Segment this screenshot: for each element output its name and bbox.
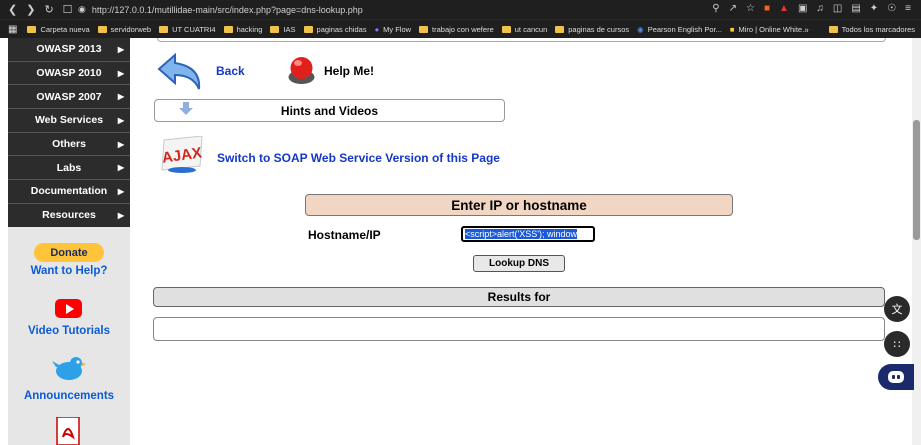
menu-item-owasp-2007[interactable]: OWASP 2007 ▶	[8, 85, 130, 110]
folder-icon	[419, 25, 429, 33]
vpn-icon[interactable]: ☉	[887, 3, 896, 14]
forward-nav-icon[interactable]: ❯	[26, 3, 35, 16]
miro-icon: ■	[729, 24, 735, 34]
bookmark-folder[interactable]: ut cancun	[501, 25, 547, 34]
menu-item-resources[interactable]: Resources ▶	[8, 203, 130, 228]
hints-label: Hints and Videos	[280, 103, 379, 118]
address-bar[interactable]: ◉ http://127.0.0.1/mutillidae-main/src/i…	[78, 4, 363, 15]
star-icon[interactable]: ☆	[746, 3, 755, 14]
folder-icon	[223, 25, 233, 33]
url-text[interactable]: http://127.0.0.1/mutillidae-main/src/ind…	[92, 5, 363, 15]
site-info-icon[interactable]: ◉	[78, 4, 86, 15]
browser-toolbar: ❮ ❯ ↻ ☐ ◉ http://127.0.0.1/mutillidae-ma…	[0, 0, 921, 19]
warning-icon[interactable]: ▲	[779, 3, 789, 14]
folder-icon	[27, 25, 37, 33]
browser-nav: ❮ ❯ ↻ ☐	[0, 3, 78, 16]
help-button-icon[interactable]	[285, 53, 318, 86]
caret-right-icon: ▶	[117, 163, 124, 173]
menu-icon[interactable]: ≡	[905, 3, 911, 14]
brave-shield-icon[interactable]: ■	[764, 3, 770, 14]
menu-item-web-services[interactable]: Web Services ▶	[8, 109, 130, 133]
share-icon[interactable]: ↗	[729, 3, 737, 14]
side-menu: OWASP 2013 ▶ OWASP 2010 ▶ OWASP 2007 ▶ Web …	[8, 38, 130, 228]
menu-item-others[interactable]: Others ▶	[8, 132, 130, 157]
bookmark-folder[interactable]: paginas de cursos	[555, 25, 629, 34]
hostname-label: Hostname/IP	[308, 228, 381, 242]
bookmark-link[interactable]: ● My Flow	[375, 25, 411, 34]
folder-icon	[159, 25, 169, 33]
hostname-input-value: <script>alert('XSS'); window	[465, 229, 577, 239]
scrollbar-thumb[interactable]	[913, 120, 920, 240]
header-divider	[157, 38, 886, 42]
bookmark-folder[interactable]: IAS	[270, 25, 296, 34]
bookmark-icon[interactable]: ☐	[63, 3, 73, 16]
extension-icon[interactable]: ▣	[798, 3, 807, 14]
assistant-bot-icon[interactable]	[878, 364, 914, 390]
apps-grid-icon[interactable]: ∷	[884, 331, 910, 357]
donate-button[interactable]: Donate	[34, 243, 104, 262]
flow-icon: ●	[374, 24, 380, 34]
bookmark-link[interactable]: ■ Miro | Online White...	[730, 25, 808, 34]
pearson-icon: ◉	[637, 24, 644, 34]
want-to-help-link[interactable]: Want to Help?	[8, 265, 130, 277]
pdf-icon[interactable]	[55, 417, 81, 445]
left-panel: Donate Want to Help? Video Tutorials Ann…	[8, 227, 130, 445]
hostname-input[interactable]: <script>alert('XSS'); window	[461, 226, 595, 242]
bookmark-folder[interactable]: paginas chidas	[303, 25, 367, 34]
folder-icon	[270, 25, 280, 33]
zoom-icon[interactable]: ⚲	[712, 3, 719, 14]
down-arrow-icon	[179, 102, 193, 115]
apps-icon[interactable]: ▦	[8, 24, 17, 35]
ajax-logo-icon[interactable]: AJAX	[158, 136, 206, 176]
wallet-icon[interactable]: ▤	[851, 3, 860, 14]
results-box	[153, 317, 885, 341]
caret-right-icon: ▶	[117, 186, 124, 196]
caret-right-icon: ▶	[117, 139, 124, 149]
reload-icon[interactable]: ↻	[44, 3, 53, 16]
caret-right-icon: ▶	[117, 210, 124, 220]
bookmark-folder[interactable]: hacking	[223, 25, 262, 34]
bookmark-folder[interactable]: UT CUATRI4	[159, 25, 216, 34]
music-icon[interactable]: ♫	[816, 3, 824, 14]
main-content: Back Help Me! Hints and Videos AJAX Swit…	[140, 38, 900, 445]
back-arrow-icon[interactable]	[155, 51, 207, 93]
twitter-bird-icon[interactable]	[52, 352, 86, 386]
announcements-link[interactable]: Announcements	[8, 390, 130, 402]
folder-icon	[97, 25, 107, 33]
translate-icon[interactable]: 文	[884, 296, 910, 322]
browser-extensions: ⚲ ↗ ☆ ■ ▲ ▣ ♫ ◫ ▤ ✦ ☉ ≡	[712, 3, 911, 14]
caret-right-icon: ▶	[117, 44, 124, 54]
folder-icon	[303, 25, 313, 33]
back-link[interactable]: Back	[216, 64, 245, 78]
menu-item-documentation[interactable]: Documentation ▶	[8, 180, 130, 204]
caret-right-icon: ▶	[117, 68, 124, 78]
hints-and-videos-toggle[interactable]: Hints and Videos	[154, 99, 505, 122]
bookmark-folder[interactable]: trabajo con wefere	[419, 25, 494, 34]
video-tutorials-link[interactable]: Video Tutorials	[8, 325, 130, 337]
bookmark-folder[interactable]: servidorweb	[97, 25, 151, 34]
form-header: Enter IP or hostname	[305, 194, 733, 216]
all-bookmarks[interactable]: » Todos los marcadores	[804, 25, 915, 34]
leo-icon[interactable]: ✦	[870, 3, 878, 14]
caret-right-icon: ▶	[117, 92, 124, 102]
lookup-dns-button[interactable]: Lookup DNS	[473, 255, 565, 272]
youtube-icon[interactable]	[55, 299, 82, 318]
bookmark-folder[interactable]: Carpeta nueva	[27, 25, 90, 34]
soap-version-link[interactable]: Switch to SOAP Web Service Version of th…	[217, 151, 500, 165]
bookmark-link[interactable]: ◉ Pearson English Por...	[637, 25, 722, 34]
help-me-link[interactable]: Help Me!	[324, 64, 374, 78]
overflow-chevron-icon[interactable]: »	[804, 25, 808, 34]
menu-item-owasp-2010[interactable]: OWASP 2010 ▶	[8, 61, 130, 86]
bookmarks-bar: ▦ Carpeta nueva servidorweb UT CUATRI4 h…	[0, 19, 921, 38]
sidebar-icon[interactable]: ◫	[833, 3, 842, 14]
folder-icon	[828, 25, 838, 33]
caret-right-icon: ▶	[117, 115, 124, 125]
folder-icon	[555, 25, 565, 33]
results-header: Results for	[153, 287, 885, 307]
back-nav-icon[interactable]: ❮	[8, 3, 17, 16]
folder-icon	[501, 25, 511, 33]
menu-item-owasp-2013[interactable]: OWASP 2013 ▶	[8, 38, 130, 62]
menu-item-labs[interactable]: Labs ▶	[8, 156, 130, 181]
